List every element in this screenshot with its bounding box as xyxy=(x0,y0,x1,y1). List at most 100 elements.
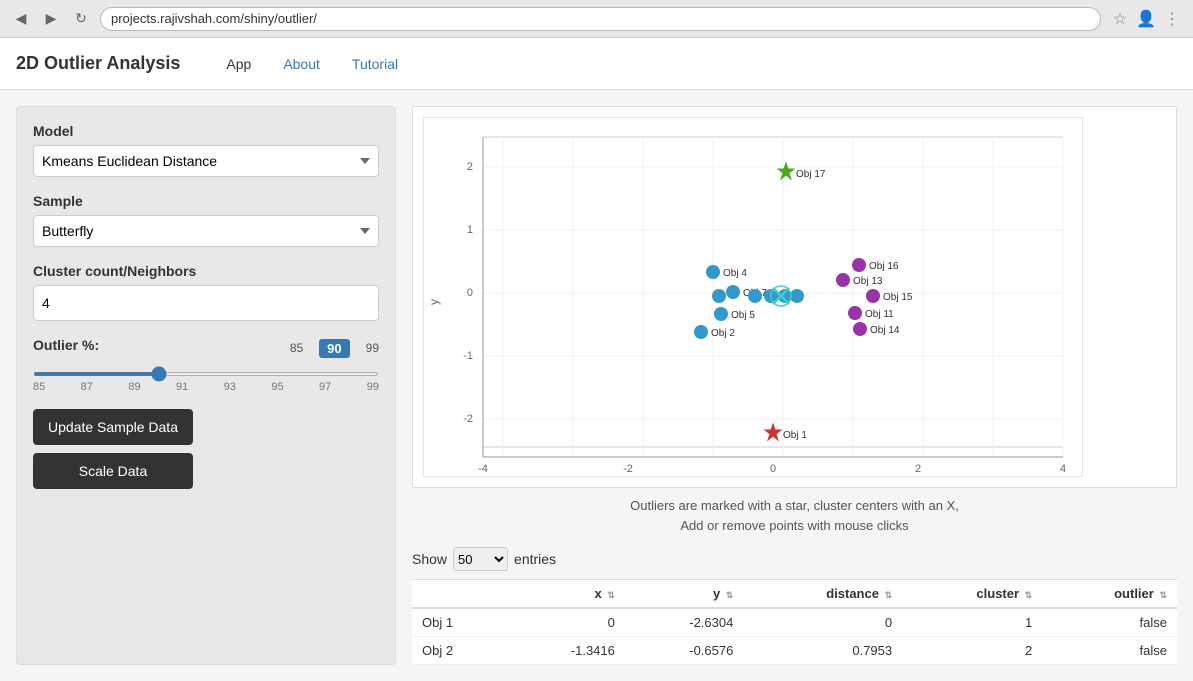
show-label: Show xyxy=(412,551,447,567)
svg-text:0: 0 xyxy=(467,287,473,299)
col-header-outlier[interactable]: outlier ⇅ xyxy=(1042,580,1177,609)
nav-tutorial[interactable]: Tutorial xyxy=(336,40,414,88)
data-table: x ⇅ y ⇅ distance ⇅ cluster ⇅ outlier ⇅ O… xyxy=(412,579,1177,665)
col-header-y[interactable]: y ⇅ xyxy=(625,580,743,609)
cluster-label: Cluster count/Neighbors xyxy=(33,263,379,279)
svg-text:4: 4 xyxy=(1060,463,1066,475)
svg-text:y: y xyxy=(427,299,441,305)
refresh-button[interactable]: ↻ xyxy=(70,8,92,30)
cell-outlier: false xyxy=(1042,608,1177,637)
main-content: Model Kmeans Euclidean Distance LOF DBSC… xyxy=(0,90,1193,681)
svg-text:Obj 4: Obj 4 xyxy=(723,268,747,279)
table-header-row: x ⇅ y ⇅ distance ⇅ cluster ⇅ outlier ⇅ xyxy=(412,580,1177,609)
svg-text:Obj 14: Obj 14 xyxy=(870,325,900,336)
outlier-label: Outlier %: xyxy=(33,337,99,353)
model-select[interactable]: Kmeans Euclidean Distance LOF DBSCAN xyxy=(33,145,379,177)
cell-distance: 0.7953 xyxy=(743,637,902,665)
slider-tick-labels: 8587899193959799 xyxy=(33,381,379,393)
point-obj8[interactable] xyxy=(748,289,762,303)
svg-text:-2: -2 xyxy=(623,463,633,475)
svg-text:Obj 1: Obj 1 xyxy=(783,430,807,441)
svg-text:0: 0 xyxy=(770,463,776,475)
update-sample-button[interactable]: Update Sample Data xyxy=(33,409,193,445)
outlier-label-row: Outlier %: 85 90 99 xyxy=(33,337,379,359)
scatter-plot[interactable]: 2 1 0 -1 -2 -4 -2 0 2 4 y xyxy=(423,117,1083,477)
back-button[interactable]: ◀ xyxy=(10,8,32,30)
forward-button[interactable]: ▶ xyxy=(40,8,62,30)
cell-x: 0 xyxy=(506,608,624,637)
point-obj2[interactable] xyxy=(694,325,708,339)
point-obj7[interactable] xyxy=(726,285,740,299)
table-row: Obj 2 -1.3416 -0.6576 0.7953 2 false xyxy=(412,637,1177,665)
svg-text:Obj 13: Obj 13 xyxy=(853,276,883,287)
svg-text:Obj 2: Obj 2 xyxy=(711,328,735,339)
cell-cluster: 1 xyxy=(902,608,1042,637)
cell-cluster: 2 xyxy=(902,637,1042,665)
svg-text:Obj 17: Obj 17 xyxy=(796,169,826,180)
address-bar[interactable] xyxy=(100,7,1101,31)
outlier-max-label: 99 xyxy=(366,341,379,355)
entries-select[interactable]: 50 10 25 100 xyxy=(453,547,508,571)
cell-x: -1.3416 xyxy=(506,637,624,665)
outlier-value-badge: 90 xyxy=(319,339,349,358)
svg-text:-4: -4 xyxy=(478,463,488,475)
svg-text:2: 2 xyxy=(915,463,921,475)
svg-text:1: 1 xyxy=(467,224,473,236)
point-obj12[interactable] xyxy=(790,289,804,303)
point-obj13[interactable] xyxy=(836,273,850,287)
nav-about[interactable]: About xyxy=(267,40,336,88)
col-header-x[interactable]: x ⇅ xyxy=(506,580,624,609)
point-obj11[interactable] xyxy=(848,306,862,320)
svg-text:Obj 11: Obj 11 xyxy=(865,309,894,320)
sample-section: Sample Butterfly Linear Circle xyxy=(33,193,379,247)
plot-area: 2 1 0 -1 -2 -4 -2 0 2 4 y xyxy=(412,106,1177,665)
svg-text:2: 2 xyxy=(467,161,473,173)
col-header-distance[interactable]: distance ⇅ xyxy=(743,580,902,609)
outlier-slider[interactable] xyxy=(33,372,379,376)
point-obj16[interactable] xyxy=(852,258,866,272)
bookmark-icon[interactable]: ☆ xyxy=(1109,8,1131,30)
browser-icons: ☆ 👤 ⋮ xyxy=(1109,8,1183,30)
table-controls: Show 50 10 25 100 entries xyxy=(412,547,1177,571)
outlier-section: Outlier %: 85 90 99 8587899193959799 xyxy=(33,337,379,393)
model-section: Model Kmeans Euclidean Distance LOF DBSC… xyxy=(33,123,379,177)
col-header-name[interactable] xyxy=(412,580,506,609)
nav-app[interactable]: App xyxy=(210,40,267,88)
point-obj3[interactable] xyxy=(712,289,726,303)
sample-select[interactable]: Butterfly Linear Circle xyxy=(33,215,379,247)
col-header-cluster[interactable]: cluster ⇅ xyxy=(902,580,1042,609)
user-icon[interactable]: 👤 xyxy=(1135,8,1157,30)
plot-container: 2 1 0 -1 -2 -4 -2 0 2 4 y xyxy=(412,106,1177,488)
app-navbar: 2D Outlier Analysis App About Tutorial xyxy=(0,38,1193,90)
svg-text:-2: -2 xyxy=(463,413,473,425)
sidebar: Model Kmeans Euclidean Distance LOF DBSC… xyxy=(16,106,396,665)
cell-name: Obj 2 xyxy=(412,637,506,665)
table-row: Obj 1 0 -2.6304 0 1 false xyxy=(412,608,1177,637)
point-obj15[interactable] xyxy=(866,289,880,303)
scale-data-button[interactable]: Scale Data xyxy=(33,453,193,489)
entries-label: entries xyxy=(514,551,556,567)
cell-outlier: false xyxy=(1042,637,1177,665)
sample-label: Sample xyxy=(33,193,379,209)
nav-links: App About Tutorial xyxy=(210,40,414,88)
cluster-input[interactable] xyxy=(33,285,379,321)
cell-distance: 0 xyxy=(743,608,902,637)
menu-icon[interactable]: ⋮ xyxy=(1161,8,1183,30)
cell-y: -2.6304 xyxy=(625,608,743,637)
point-obj4[interactable] xyxy=(706,265,720,279)
point-obj5[interactable] xyxy=(714,307,728,321)
point-obj14[interactable] xyxy=(853,322,867,336)
svg-text:Obj 16: Obj 16 xyxy=(869,261,899,272)
cell-name: Obj 1 xyxy=(412,608,506,637)
model-label: Model xyxy=(33,123,379,139)
svg-text:Obj 15: Obj 15 xyxy=(883,292,913,303)
plot-caption: Outliers are marked with a star, cluster… xyxy=(412,496,1177,535)
svg-text:-1: -1 xyxy=(463,350,473,362)
browser-chrome: ◀ ▶ ↻ ☆ 👤 ⋮ xyxy=(0,0,1193,38)
cluster-section: Cluster count/Neighbors xyxy=(33,263,379,321)
cell-y: -0.6576 xyxy=(625,637,743,665)
outlier-min-label: 85 xyxy=(290,341,303,355)
svg-text:Obj 5: Obj 5 xyxy=(731,310,755,321)
app-title: 2D Outlier Analysis xyxy=(16,53,180,74)
slider-container: 8587899193959799 xyxy=(33,363,379,393)
